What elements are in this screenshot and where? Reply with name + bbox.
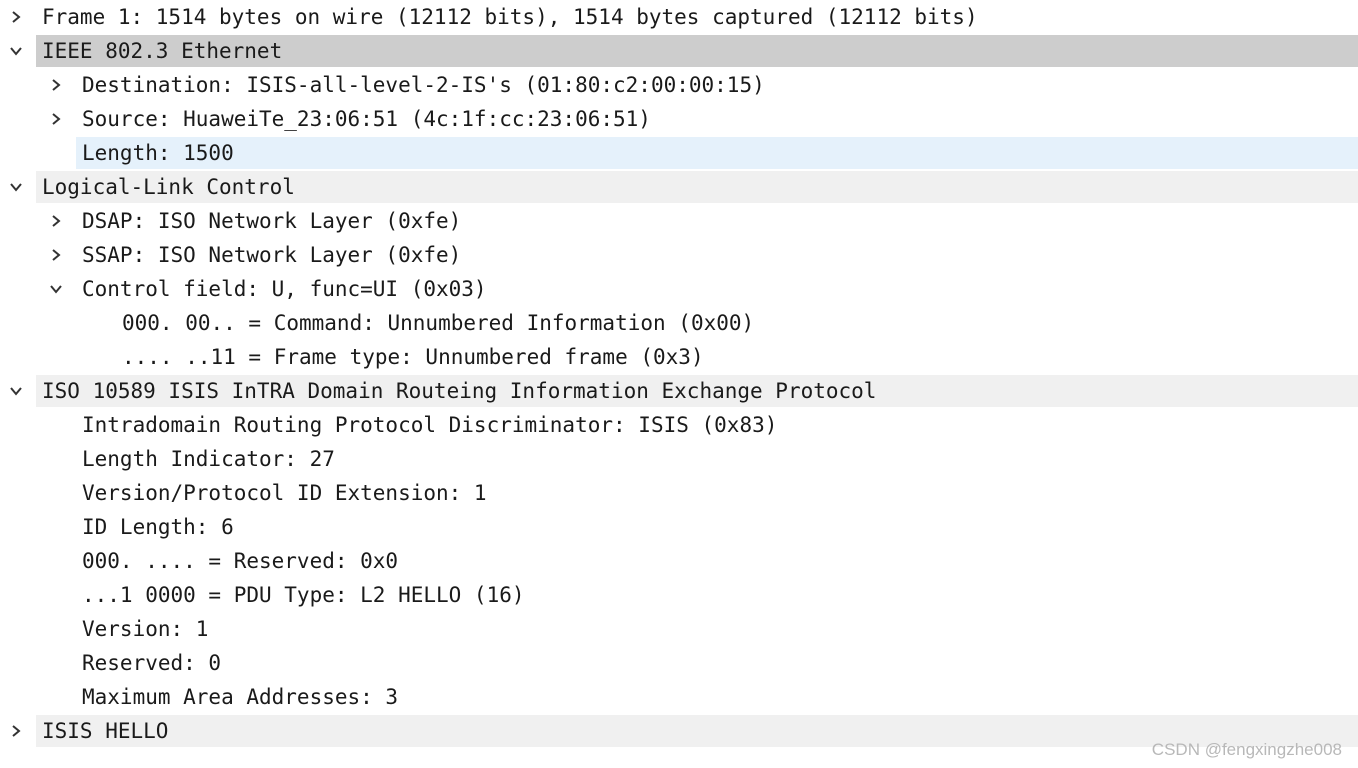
tree-row-label: Source: HuaweiTe_23:06:51 (4c:1f:cc:23:0… [82,107,651,131]
tree-row[interactable]: Maximum Area Addresses: 3 [0,680,1358,714]
chevron-right-icon[interactable] [6,714,26,748]
tree-row-label: SSAP: ISO Network Layer (0xfe) [82,243,462,267]
chevron-down-icon[interactable] [6,170,26,204]
chevron-right-icon[interactable] [46,102,66,136]
tree-row-label: Intradomain Routing Protocol Discriminat… [82,413,778,437]
tree-row-label: ISO 10589 ISIS InTRA Domain Routeing Inf… [42,379,877,403]
chevron-right-icon[interactable] [46,238,66,272]
tree-row-label: ISIS HELLO [42,719,169,743]
tree-row[interactable]: ID Length: 6 [0,510,1358,544]
tree-row[interactable]: Source: HuaweiTe_23:06:51 (4c:1f:cc:23:0… [0,102,1358,136]
tree-row[interactable]: Length Indicator: 27 [0,442,1358,476]
chevron-down-icon[interactable] [6,34,26,68]
tree-row-label: Maximum Area Addresses: 3 [82,685,399,709]
tree-row[interactable]: ...1 0000 = PDU Type: L2 HELLO (16) [0,578,1358,612]
tree-row[interactable]: Logical-Link Control [0,170,1358,204]
tree-row-label: ID Length: 6 [82,515,234,539]
tree-row-label: Logical-Link Control [42,175,295,199]
tree-row[interactable]: Destination: ISIS-all-level-2-IS's (01:8… [0,68,1358,102]
chevron-right-icon[interactable] [46,68,66,102]
tree-row[interactable]: 000. .... = Reserved: 0x0 [0,544,1358,578]
tree-row[interactable]: SSAP: ISO Network Layer (0xfe) [0,238,1358,272]
tree-row[interactable]: Reserved: 0 [0,646,1358,680]
tree-row-label: Version: 1 [82,617,209,641]
tree-row-label: DSAP: ISO Network Layer (0xfe) [82,209,462,233]
tree-row-label: Length Indicator: 27 [82,447,335,471]
tree-row-label: 000. 00.. = Command: Unnumbered Informat… [122,311,755,335]
tree-row[interactable]: Length: 1500 [0,136,1358,170]
tree-row-label: Version/Protocol ID Extension: 1 [82,481,487,505]
tree-row[interactable]: Version: 1 [0,612,1358,646]
tree-row[interactable]: 000. 00.. = Command: Unnumbered Informat… [0,306,1358,340]
tree-row-label: IEEE 802.3 Ethernet [42,39,283,63]
tree-row[interactable]: Frame 1: 1514 bytes on wire (12112 bits)… [0,0,1358,34]
chevron-down-icon[interactable] [46,272,66,306]
tree-row-label: Length: 1500 [82,141,234,165]
chevron-right-icon[interactable] [6,0,26,34]
tree-row[interactable]: ISO 10589 ISIS InTRA Domain Routeing Inf… [0,374,1358,408]
watermark: CSDN @fengxingzhe008 [1151,740,1342,759]
packet-details-tree: Frame 1: 1514 bytes on wire (12112 bits)… [0,0,1358,768]
tree-row-label: ...1 0000 = PDU Type: L2 HELLO (16) [82,583,525,607]
tree-row[interactable]: IEEE 802.3 Ethernet [0,34,1358,68]
tree-row[interactable]: Control field: U, func=UI (0x03) [0,272,1358,306]
tree-row-label: 000. .... = Reserved: 0x0 [82,549,399,573]
tree-row[interactable]: .... ..11 = Frame type: Unnumbered frame… [0,340,1358,374]
tree-row-label: Reserved: 0 [82,651,222,675]
tree-row[interactable]: Version/Protocol ID Extension: 1 [0,476,1358,510]
tree-row-label: Control field: U, func=UI (0x03) [82,277,487,301]
chevron-down-icon[interactable] [6,374,26,408]
chevron-right-icon[interactable] [46,204,66,238]
tree-row-label: Destination: ISIS-all-level-2-IS's (01:8… [82,73,765,97]
tree-row-label: .... ..11 = Frame type: Unnumbered frame… [122,345,704,369]
tree-row[interactable]: Intradomain Routing Protocol Discriminat… [0,408,1358,442]
tree-row-label: Frame 1: 1514 bytes on wire (12112 bits)… [42,5,978,29]
tree-row[interactable]: DSAP: ISO Network Layer (0xfe) [0,204,1358,238]
row-highlight [76,137,1358,169]
